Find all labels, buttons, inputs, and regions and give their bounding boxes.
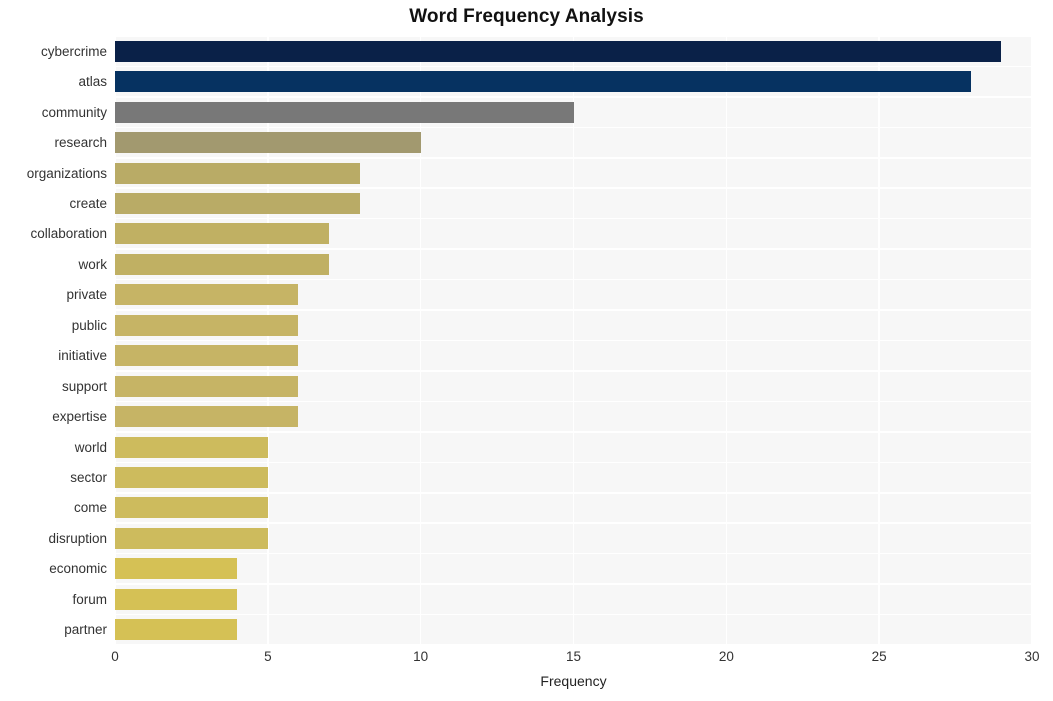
x-tick-label-5: 5 <box>264 649 272 664</box>
y-gridline <box>115 400 1032 403</box>
y-tick-label-collaboration: collaboration <box>30 226 107 242</box>
bar-work[interactable] <box>115 253 329 275</box>
y-tick-label-partner: partner <box>64 622 107 638</box>
bar-row[interactable] <box>115 253 1032 275</box>
bar-row[interactable] <box>115 375 1032 397</box>
y-gridline <box>115 370 1032 372</box>
y-gridline <box>115 431 1032 433</box>
y-gridline <box>115 35 1032 37</box>
bar-organizations[interactable] <box>115 162 360 184</box>
bar-economic[interactable] <box>115 558 238 580</box>
bar-row[interactable] <box>115 162 1032 184</box>
bar-row[interactable] <box>115 558 1032 580</box>
bar-row[interactable] <box>115 436 1032 458</box>
x-tick-label-15: 15 <box>565 649 582 664</box>
y-gridline <box>115 126 1032 129</box>
y-tick-label-community: community <box>41 104 107 120</box>
y-axis-category-labels: cybercrime atlas community research organiza… <box>0 36 115 645</box>
y-tick-label-come: come <box>73 500 107 516</box>
y-tick-label-expertise: expertise <box>52 409 107 425</box>
y-gridline <box>115 339 1032 342</box>
y-gridline <box>115 491 1032 494</box>
bar-private[interactable] <box>115 284 299 306</box>
bar-row[interactable] <box>115 284 1032 306</box>
y-tick-label-private: private <box>66 287 107 303</box>
bar-public[interactable] <box>115 314 299 336</box>
bar-row[interactable] <box>115 527 1032 549</box>
bar-row[interactable] <box>115 40 1032 62</box>
bar-forum[interactable] <box>115 588 238 610</box>
y-tick-label-cybercrime: cybercrime <box>40 43 107 59</box>
word-frequency-chart-figure: Word Frequency Analysis cybercrime atlas c… <box>0 0 1053 701</box>
page-title: Word Frequency Analysis <box>409 6 644 27</box>
bar-row[interactable] <box>115 314 1032 336</box>
x-axis-title: Frequency <box>540 673 607 689</box>
y-tick-label-public: public <box>71 317 107 333</box>
bar-row[interactable] <box>115 619 1032 641</box>
y-gridline <box>115 613 1032 616</box>
bar-research[interactable] <box>115 132 421 154</box>
bar-disruption[interactable] <box>115 527 268 549</box>
y-gridline <box>115 157 1032 159</box>
bar-atlas[interactable] <box>115 71 971 93</box>
bar-row[interactable] <box>115 223 1032 245</box>
y-tick-label-atlas: atlas <box>78 74 107 90</box>
x-tick-label-10: 10 <box>413 649 429 664</box>
y-tick-label-support: support <box>61 378 107 394</box>
y-gridline <box>115 65 1032 68</box>
bar-support[interactable] <box>115 375 299 397</box>
bar-create[interactable] <box>115 192 360 214</box>
x-tick-label-30: 30 <box>1024 649 1040 664</box>
bar-community[interactable] <box>115 101 574 123</box>
x-tick-label-25: 25 <box>871 649 887 664</box>
bar-row[interactable] <box>115 467 1032 489</box>
bar-cybercrime[interactable] <box>115 40 1002 62</box>
bar-row[interactable] <box>115 192 1032 214</box>
bar-sector[interactable] <box>115 467 268 489</box>
bar-collaboration[interactable] <box>115 223 329 245</box>
x-axis-tick-labels: 0 5 10 15 20 25 30 <box>111 645 1039 675</box>
bar-row[interactable] <box>115 71 1032 93</box>
bar-row[interactable] <box>115 132 1032 154</box>
bar-expertise[interactable] <box>115 406 299 428</box>
bar-row[interactable] <box>115 345 1032 367</box>
y-tick-label-organizations: organizations <box>26 165 107 181</box>
y-gridline <box>115 248 1032 250</box>
x-tick-label-20: 20 <box>718 649 734 664</box>
bar-row[interactable] <box>115 588 1032 610</box>
bar-initiative[interactable] <box>115 345 299 367</box>
y-tick-label-research: research <box>54 135 107 151</box>
y-gridline <box>115 583 1032 585</box>
bar-partner[interactable] <box>115 619 238 641</box>
y-gridline <box>115 96 1032 98</box>
y-tick-label-sector: sector <box>70 470 107 486</box>
bar-row[interactable] <box>115 406 1032 428</box>
y-gridline <box>115 187 1032 190</box>
y-tick-label-work: work <box>78 256 107 272</box>
y-tick-label-forum: forum <box>72 591 107 607</box>
y-gridline <box>115 522 1032 524</box>
y-gridline <box>115 278 1032 281</box>
y-tick-label-economic: economic <box>49 561 107 577</box>
y-tick-label-world: world <box>74 439 107 455</box>
y-tick-label-initiative: initiative <box>58 348 107 364</box>
y-gridline <box>115 552 1032 555</box>
y-gridline <box>115 461 1032 464</box>
y-gridline <box>115 217 1032 220</box>
plot-area <box>114 35 1033 646</box>
bar-row[interactable] <box>115 497 1032 519</box>
x-tick-label-0: 0 <box>111 649 119 664</box>
bar-row[interactable] <box>115 101 1032 123</box>
y-tick-label-disruption: disruption <box>48 530 107 546</box>
bar-world[interactable] <box>115 436 268 458</box>
y-tick-label-create: create <box>69 195 107 211</box>
y-gridline <box>115 309 1032 311</box>
bar-come[interactable] <box>115 497 268 519</box>
